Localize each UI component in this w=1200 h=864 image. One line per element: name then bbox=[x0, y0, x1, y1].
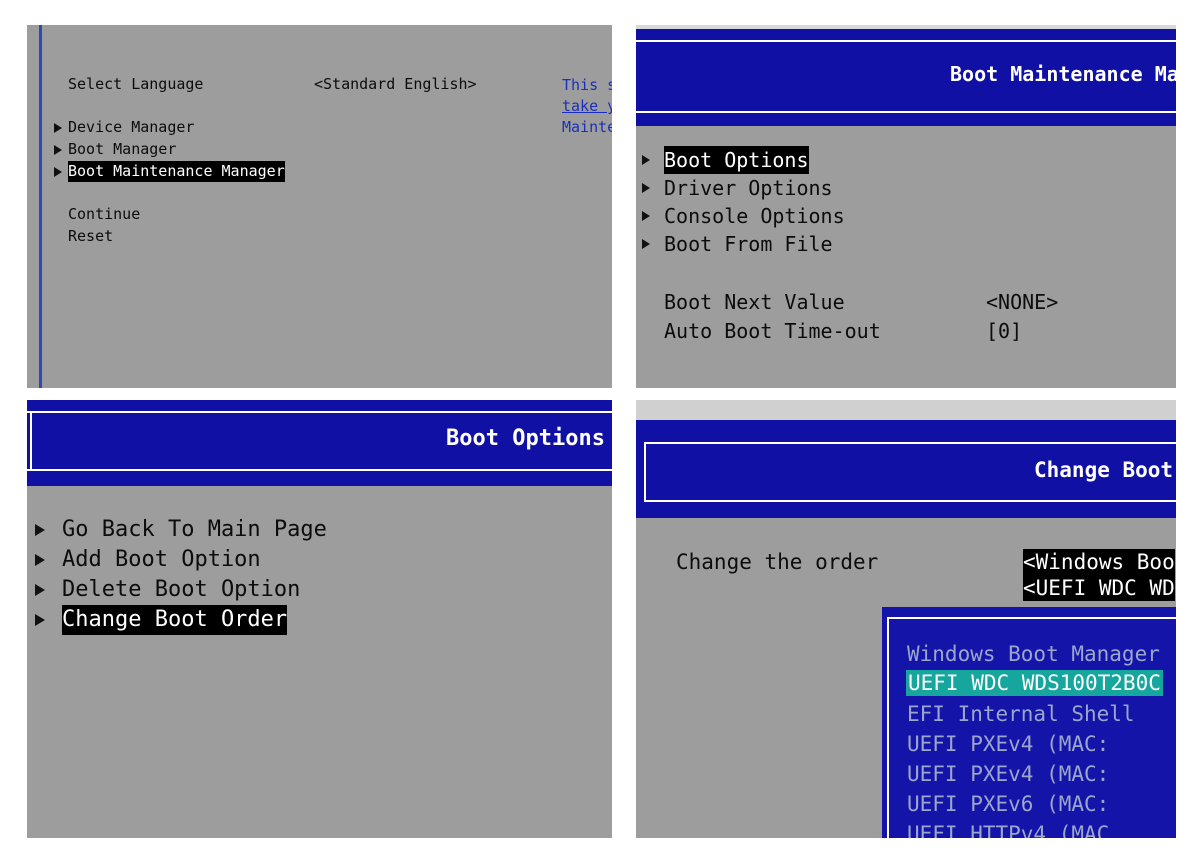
title-bar-line bbox=[644, 442, 1176, 444]
popup-item[interactable]: UEFI HTTPv4 (MAC bbox=[907, 821, 1109, 838]
popup-item[interactable]: UEFI PXEv6 (MAC: bbox=[907, 791, 1109, 817]
menu-item-driver-options[interactable]: Driver Options bbox=[664, 174, 833, 202]
title-bar-line bbox=[636, 40, 1176, 42]
popup-item-selected[interactable]: UEFI WDC WDS100T2B0C bbox=[906, 670, 1163, 696]
submenu-arrow-icon bbox=[54, 167, 62, 177]
change-boot-order-panel: Change Boot Change the order <Windows Bo… bbox=[636, 400, 1176, 838]
menu-item-go-back-to-main-page[interactable]: Go Back To Main Page bbox=[62, 515, 327, 545]
submenu-arrow-icon bbox=[642, 239, 650, 249]
boot-next-label: Boot Next Value bbox=[664, 290, 845, 314]
submenu-arrow-icon bbox=[35, 524, 45, 536]
title-bar-line bbox=[27, 411, 612, 413]
submenu-arrow-icon bbox=[35, 584, 45, 596]
boot-order-value[interactable]: <Windows Boo bbox=[1023, 549, 1175, 575]
menu-item-boot-options[interactable]: Boot Options bbox=[664, 146, 809, 174]
front-page-panel: Select Language <Standard English> Devic… bbox=[27, 25, 612, 388]
help-text-line: take y bbox=[562, 97, 612, 115]
submenu-arrow-icon bbox=[54, 145, 62, 155]
submenu-arrow-icon bbox=[642, 155, 650, 165]
boot-order-value[interactable]: <UEFI WDC WD bbox=[1023, 575, 1175, 601]
submenu-arrow-icon bbox=[642, 183, 650, 193]
menu-item-boot-maintenance-manager[interactable]: Boot Maintenance Manager bbox=[68, 161, 285, 182]
select-language-label: Select Language bbox=[68, 75, 204, 93]
menu-item-device-manager[interactable]: Device Manager bbox=[68, 117, 194, 138]
title-bar: Boot Options bbox=[27, 400, 612, 486]
page-title: Boot Options bbox=[446, 426, 605, 451]
menu-item-change-boot-order[interactable]: Change Boot Order bbox=[62, 605, 288, 635]
popup-item[interactable]: UEFI PXEv4 (MAC: bbox=[907, 731, 1109, 757]
menu-item-console-options[interactable]: Console Options bbox=[664, 202, 845, 230]
title-bar: Boot Maintenance Ma bbox=[636, 29, 1176, 126]
menu-item-boot-from-file[interactable]: Boot From File bbox=[664, 230, 833, 258]
reset-option[interactable]: Reset bbox=[68, 226, 113, 247]
title-bar-line bbox=[30, 411, 32, 471]
submenu-arrow-icon bbox=[642, 211, 650, 221]
boot-options-panel: Boot Options Go Back To Main Page Add Bo… bbox=[27, 400, 612, 838]
title-bar-line bbox=[636, 111, 1176, 113]
title-bar-line bbox=[644, 442, 646, 502]
page-title: Boot Maintenance Ma bbox=[950, 62, 1176, 86]
top-edge bbox=[636, 400, 1176, 420]
popup-item[interactable]: UEFI PXEv4 (MAC: bbox=[907, 761, 1109, 787]
submenu-arrow-icon bbox=[35, 614, 45, 626]
help-text-line: Mainte bbox=[562, 118, 612, 136]
select-language-value[interactable]: <Standard English> bbox=[314, 74, 477, 95]
title-bar-line bbox=[27, 469, 612, 471]
auto-boot-timeout-value[interactable]: [0] bbox=[986, 317, 1022, 345]
auto-boot-timeout-label: Auto Boot Time-out bbox=[664, 319, 881, 343]
continue-option[interactable]: Continue bbox=[68, 204, 140, 225]
title-bar-line bbox=[644, 500, 1176, 502]
help-text-line: This s bbox=[562, 76, 612, 94]
page-title: Change Boot bbox=[1034, 458, 1174, 482]
menu-item-add-boot-option[interactable]: Add Boot Option bbox=[62, 545, 261, 575]
title-bar: Change Boot bbox=[636, 420, 1176, 518]
change-order-label: Change the order bbox=[676, 550, 879, 574]
boot-next-value[interactable]: <NONE> bbox=[986, 288, 1058, 316]
popup-item[interactable]: Windows Boot Manager bbox=[907, 641, 1160, 667]
menu-item-boot-manager[interactable]: Boot Manager bbox=[68, 139, 176, 160]
submenu-arrow-icon bbox=[54, 123, 62, 133]
popup-item[interactable]: EFI Internal Shell bbox=[907, 701, 1135, 727]
menu-item-delete-boot-option[interactable]: Delete Boot Option bbox=[62, 575, 300, 605]
boot-order-popup: Windows Boot Manager UEFI WDC WDS100T2B0… bbox=[882, 607, 1176, 838]
boot-maintenance-panel: Boot Maintenance Ma Boot Options Driver … bbox=[636, 25, 1176, 388]
left-border-line bbox=[39, 25, 42, 388]
submenu-arrow-icon bbox=[35, 554, 45, 566]
popup-border-line bbox=[887, 617, 889, 838]
popup-border-line bbox=[887, 617, 1176, 619]
